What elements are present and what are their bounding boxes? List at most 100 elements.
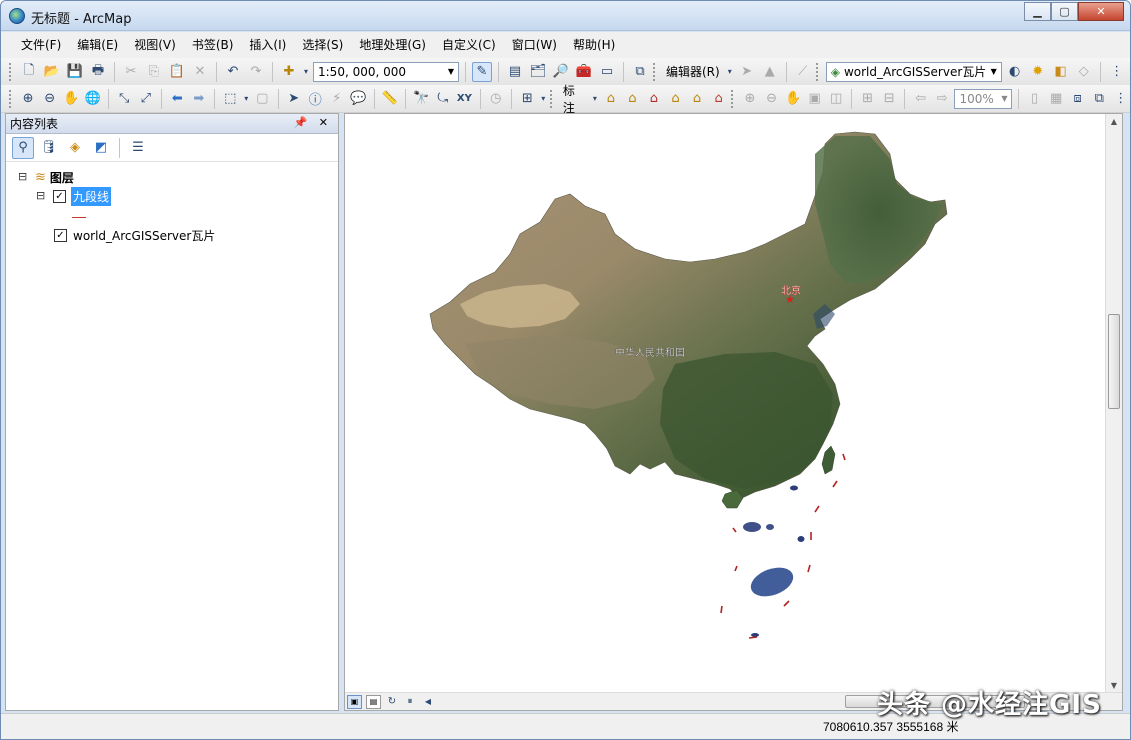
unplaced-labels-icon[interactable]: ⌂: [623, 89, 642, 109]
pause-drawing-icon[interactable]: ⏸: [403, 695, 417, 709]
vertical-scrollbar[interactable]: ▲ ▼: [1105, 114, 1122, 694]
collapse-icon[interactable]: ⊟: [36, 190, 45, 201]
menu-insert[interactable]: 插入(I): [241, 34, 294, 56]
measure-icon[interactable]: 📏: [381, 89, 400, 109]
zoom-whole-page-icon[interactable]: ▣: [805, 89, 824, 109]
zoom-out-icon[interactable]: ⊖: [40, 89, 59, 109]
pan-hand-icon[interactable]: ✋: [62, 89, 81, 109]
html-popup-icon[interactable]: 💬: [349, 89, 368, 109]
legend-line-symbol[interactable]: [72, 206, 86, 224]
labeling-dropdown-icon[interactable]: ▾: [591, 89, 598, 109]
go-forward-extent-icon[interactable]: ⇨: [933, 89, 952, 109]
scroll-up-arrow-icon[interactable]: ▲: [1106, 114, 1122, 130]
lock-labels-icon[interactable]: ⌂: [645, 89, 664, 109]
fixed-zoom-out-layout-icon[interactable]: ⊟: [880, 89, 899, 109]
identify-icon[interactable]: ⓘ: [306, 89, 325, 109]
edit-annotation-icon[interactable]: ▲: [760, 62, 780, 82]
zoom-100-icon[interactable]: ◫: [827, 89, 846, 109]
add-data-dropdown-icon[interactable]: ▾: [302, 62, 310, 82]
find-route-icon[interactable]: ⤿: [434, 89, 453, 109]
chevron-down-icon[interactable]: ▼: [986, 62, 1001, 81]
refresh-icon[interactable]: ↻: [385, 695, 399, 709]
list-by-selection-icon[interactable]: ◩: [90, 137, 112, 159]
editor-menu[interactable]: 编辑器(R): [663, 63, 723, 80]
layer-row-world-tiles[interactable]: ✓ world_ArcGISServer瓦片: [54, 226, 215, 244]
toolbar-grip[interactable]: [730, 89, 735, 108]
menu-geoprocessing[interactable]: 地理处理(G): [351, 34, 434, 56]
catalog-window-icon[interactable]: 🗂: [528, 62, 548, 82]
select-elements-arrow-icon[interactable]: ➤: [284, 89, 303, 109]
table-of-contents-icon[interactable]: ▤: [505, 62, 525, 82]
toc-options-icon[interactable]: ☰: [127, 137, 149, 159]
cut-icon[interactable]: ✂: [121, 62, 141, 82]
go-back-extent-icon[interactable]: ⇦: [911, 89, 930, 109]
menu-help[interactable]: 帮助(H): [565, 34, 623, 56]
fixed-zoom-in-layout-icon[interactable]: ⊞: [858, 89, 877, 109]
copy-icon[interactable]: ⎘: [144, 62, 164, 82]
overflow-icon[interactable]: ⋮: [1107, 62, 1127, 82]
layout-pan-icon[interactable]: ✋: [784, 89, 803, 109]
view-unplaced-icon[interactable]: ⌂: [688, 89, 707, 109]
scroll-left-arrow-icon[interactable]: ◀: [421, 695, 435, 709]
toolbar-grip[interactable]: [815, 62, 820, 81]
layout-zoom-in-icon[interactable]: ⊕: [741, 89, 760, 109]
data-driven-pages-icon[interactable]: ⧉: [1090, 89, 1109, 109]
undo-icon[interactable]: ↶: [223, 62, 243, 82]
clear-selection-icon[interactable]: ▢: [253, 89, 272, 109]
menu-file[interactable]: 文件(F): [13, 34, 69, 56]
viewer-dropdown-icon[interactable]: ▾: [540, 89, 547, 109]
layout-zoom-out-icon[interactable]: ⊖: [762, 89, 781, 109]
layer-visibility-checkbox[interactable]: ✓: [53, 189, 66, 203]
select-features-icon[interactable]: ⬚: [221, 89, 240, 109]
back-extent-icon[interactable]: ⬅: [168, 89, 187, 109]
chevron-down-icon[interactable]: ▼: [997, 89, 1012, 108]
editor-toolbar-icon[interactable]: ✎: [472, 61, 492, 82]
hyperlink-icon[interactable]: ⚡: [328, 89, 347, 109]
menu-customize[interactable]: 自定义(C): [434, 34, 504, 56]
toolbar-grip[interactable]: [9, 89, 13, 108]
labeling-menu[interactable]: 标注: [560, 82, 588, 116]
map-view[interactable]: ★ 北京 中华人民共和国 ▲ ▼ ▣ ▤ ↻ ⏸ ◀: [344, 113, 1123, 711]
chevron-down-icon[interactable]: ▼: [444, 62, 458, 81]
toolbar-grip[interactable]: [9, 62, 13, 81]
data-view-icon[interactable]: ▣: [347, 694, 362, 709]
menu-selection[interactable]: 选择(S): [294, 34, 351, 56]
contrast-icon[interactable]: ◐: [1005, 62, 1025, 82]
focus-data-frame-icon[interactable]: ▦: [1047, 89, 1066, 109]
save-icon[interactable]: 💾: [65, 62, 85, 82]
menu-windows[interactable]: 窗口(W): [504, 34, 565, 56]
maximize-button[interactable]: ▢: [1051, 2, 1078, 21]
map-scale-combo[interactable]: 1:50, 000, 000 ▼: [313, 61, 459, 82]
new-document-icon[interactable]: 🗋: [19, 62, 39, 82]
layer-combo[interactable]: ◈ world_ArcGISServer瓦片 ▼: [825, 61, 1002, 82]
toc-pin-close-icons[interactable]: 📌 ✕: [294, 116, 332, 129]
go-to-xy-icon[interactable]: XY: [455, 89, 474, 109]
layer-visibility-checkbox[interactable]: ✓: [54, 228, 67, 242]
python-window-icon[interactable]: ▭: [597, 62, 617, 82]
brightness-icon[interactable]: ✹: [1028, 62, 1048, 82]
edit-tool-icon[interactable]: ➤: [737, 62, 757, 82]
paste-icon[interactable]: 📋: [167, 62, 187, 82]
full-extent-globe-icon[interactable]: 🌐: [84, 89, 103, 109]
label-manager-icon[interactable]: ⌂: [602, 89, 621, 109]
arctoolbox-icon[interactable]: 🧰: [574, 62, 594, 82]
menu-view[interactable]: 视图(V): [126, 34, 184, 56]
zoom-in-icon[interactable]: ⊕: [19, 89, 38, 109]
toolbar-grip[interactable]: [550, 89, 554, 108]
toggle-draft-mode-icon[interactable]: ▯: [1025, 89, 1044, 109]
menu-bookmarks[interactable]: 书签(B): [184, 34, 242, 56]
list-by-visibility-icon[interactable]: ◈: [64, 137, 86, 159]
vertical-scroll-thumb[interactable]: [1108, 314, 1120, 409]
label-priority-icon[interactable]: ⌂: [709, 89, 728, 109]
map-canvas[interactable]: ★ 北京 中华人民共和国: [345, 114, 1107, 694]
collapse-icon[interactable]: ⊟: [18, 171, 27, 182]
editor-dropdown-icon[interactable]: ▾: [726, 62, 734, 82]
zoom-percent-combo[interactable]: 100% ▼: [954, 88, 1013, 109]
swipe-icon[interactable]: ◧: [1051, 62, 1071, 82]
find-binoculars-icon[interactable]: 🔭: [412, 89, 431, 109]
straight-segment-icon[interactable]: ⟋: [793, 62, 813, 82]
list-by-source-icon[interactable]: 🛢: [38, 137, 60, 159]
change-layout-icon[interactable]: ⧈: [1068, 89, 1087, 109]
minimize-button[interactable]: ▁: [1024, 2, 1051, 21]
redo-icon[interactable]: ↷: [246, 62, 266, 82]
